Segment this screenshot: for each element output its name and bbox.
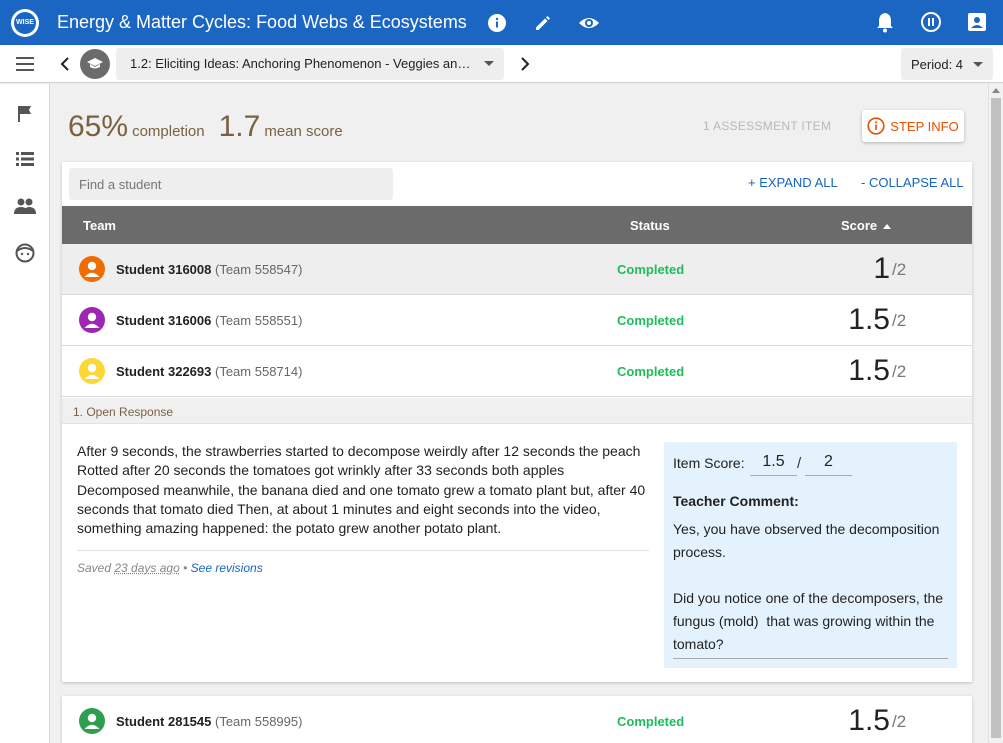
scrollbar-thumb[interactable]: [991, 98, 1001, 738]
project-title: Energy & Matter Cycles: Food Webs & Ecos…: [57, 12, 467, 32]
graduation-cap-icon: [80, 48, 110, 79]
info-outline-icon: [867, 117, 885, 135]
student-name: Student 316008 (Team 558547): [116, 262, 303, 277]
vertical-scrollbar[interactable]: [988, 84, 1003, 743]
logo-text: WISE: [14, 11, 36, 34]
person-icon: [84, 312, 100, 328]
avatar: [79, 307, 105, 333]
students-card: + EXPAND ALL - COLLAPSE ALL Team Status …: [62, 162, 972, 682]
mean-score-label: mean score: [264, 123, 343, 140]
saved-time: 23 days ago: [114, 561, 180, 575]
person-icon: [84, 363, 100, 379]
chevron-down-icon: [484, 61, 494, 66]
avatar: [79, 358, 105, 384]
face-icon[interactable]: [13, 241, 37, 265]
person-icon: [84, 261, 100, 277]
assessment-item-count: 1 ASSESSMENT ITEM: [703, 119, 832, 133]
score-max: /2: [892, 311, 907, 330]
item-score-label: Item Score:: [673, 455, 745, 471]
sort-ascending-icon: [883, 224, 892, 230]
people-icon[interactable]: [13, 194, 37, 218]
teacher-comment-field[interactable]: Yes, you have observed the decomposition…: [673, 518, 948, 659]
score-max: /2: [892, 362, 907, 381]
max-score-input[interactable]: 2: [805, 449, 852, 476]
grading-panel: Item Score: 1.5 / 2 Teacher Comment: Yes…: [664, 442, 957, 668]
student-score: 1.5: [848, 303, 890, 336]
previous-step-icon[interactable]: [50, 56, 80, 71]
see-revisions-link[interactable]: See revisions: [191, 561, 263, 575]
divider: [77, 550, 649, 551]
item-score-input[interactable]: 1.5: [750, 449, 797, 476]
status-column-header[interactable]: Status: [630, 218, 670, 233]
step-stats: 65% completion 1.7 mean score: [68, 110, 357, 144]
completion-label: completion: [132, 123, 205, 140]
list-icon[interactable]: [13, 147, 37, 171]
eye-icon[interactable]: [577, 11, 601, 35]
student-name: Student 281545 (Team 558995): [116, 714, 303, 729]
edit-icon[interactable]: [531, 11, 555, 35]
students-card-next: Student 281545 (Team 558995) Completed 1…: [62, 696, 972, 743]
table-header: Team Status Score: [62, 206, 972, 244]
info-icon[interactable]: [485, 11, 509, 35]
period-select[interactable]: Period: 4: [901, 48, 993, 80]
mean-score-value: 1.7: [218, 110, 261, 143]
response-header: 1. Open Response: [62, 398, 972, 424]
avatar: [79, 708, 105, 734]
score-column-header[interactable]: Score: [841, 218, 892, 233]
saved-info: Saved 23 days ago • See revisions: [77, 561, 263, 575]
table-row[interactable]: Student 322693 (Team 558714) Completed 1…: [62, 346, 972, 397]
student-score: 1: [873, 252, 890, 285]
collapse-all-button[interactable]: - COLLAPSE ALL: [861, 175, 964, 190]
grading-view: 65% completion 1.7 mean score 1 ASSESSME…: [50, 84, 988, 743]
expand-all-button[interactable]: + EXPAND ALL: [748, 175, 838, 190]
scroll-up-icon[interactable]: [992, 88, 1000, 93]
account-icon[interactable]: [965, 10, 989, 34]
teacher-comment-label: Teacher Comment:: [673, 493, 799, 509]
student-name: Student 322693 (Team 558714): [116, 364, 303, 379]
person-icon: [84, 713, 100, 729]
flag-icon[interactable]: [13, 102, 37, 126]
wise-logo[interactable]: WISE: [11, 8, 39, 37]
step-select-label: 1.2: Eliciting Ideas: Anchoring Phenomen…: [130, 56, 476, 71]
score-slash: /: [797, 455, 802, 472]
student-score: 1.5: [848, 354, 890, 387]
top-app-bar: WISE Energy & Matter Cycles: Food Webs &…: [0, 0, 1003, 45]
table-row[interactable]: Student 316006 (Team 558551) Completed 1…: [62, 295, 972, 346]
bell-icon[interactable]: [873, 10, 897, 34]
table-row[interactable]: Student 281545 (Team 558995) Completed 1…: [62, 696, 972, 743]
completion-value: 65%: [68, 110, 129, 143]
step-navigation-bar: 1.2: Eliciting Ideas: Anchoring Phenomen…: [0, 45, 1003, 83]
chevron-down-icon: [973, 61, 983, 67]
step-select[interactable]: 1.2: Eliciting Ideas: Anchoring Phenomen…: [116, 47, 504, 80]
team-column-header[interactable]: Team: [83, 218, 116, 233]
next-step-icon[interactable]: [510, 56, 540, 71]
score-max: /2: [892, 260, 907, 279]
period-select-label: Period: 4: [911, 56, 964, 72]
avatar: [79, 256, 105, 282]
status-badge: Completed: [617, 714, 685, 729]
student-response-text: After 9 seconds, the strawberries starte…: [77, 443, 646, 537]
step-info-label: STEP INFO: [890, 118, 959, 134]
status-badge: Completed: [617, 313, 685, 328]
menu-icon[interactable]: [0, 56, 50, 71]
student-score: 1.5: [848, 704, 890, 737]
status-badge: Completed: [617, 262, 685, 277]
table-row[interactable]: Student 316008 (Team 558547) Completed 1…: [62, 244, 972, 295]
find-student-input[interactable]: [69, 168, 393, 200]
student-name: Student 316006 (Team 558551): [116, 313, 303, 328]
left-sidebar: [0, 84, 50, 743]
score-max: /2: [892, 712, 907, 731]
status-badge: Completed: [617, 364, 685, 379]
pause-icon[interactable]: [919, 10, 943, 34]
step-info-button[interactable]: STEP INFO: [862, 110, 964, 142]
